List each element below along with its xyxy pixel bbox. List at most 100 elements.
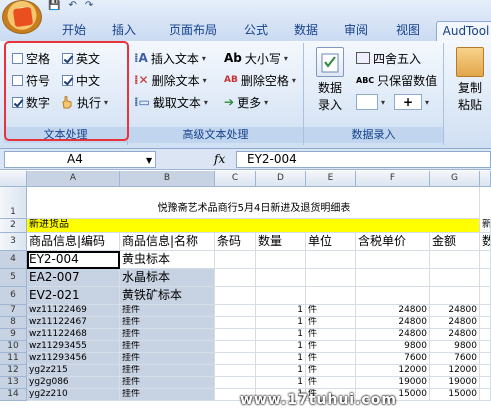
cell-code[interactable]: yg2z215 bbox=[27, 365, 120, 377]
column-header-a[interactable]: A bbox=[27, 171, 120, 187]
cell-name[interactable]: 黄铁矿标本 bbox=[120, 287, 215, 305]
column-header-b[interactable]: B bbox=[120, 171, 215, 187]
tab-home[interactable]: 开始 bbox=[54, 21, 94, 41]
cell-quantity[interactable] bbox=[256, 269, 306, 287]
cell-price[interactable] bbox=[356, 287, 430, 305]
cell-code[interactable]: wz11293456 bbox=[27, 353, 120, 365]
chevron-down-icon[interactable]: ▼ bbox=[146, 156, 152, 165]
cell-barcode[interactable] bbox=[215, 329, 256, 341]
cell-name[interactable]: 挂件 bbox=[120, 389, 215, 401]
cell-amount[interactable]: 12000 bbox=[430, 365, 480, 377]
cell-amount[interactable] bbox=[430, 287, 480, 305]
cell-amount[interactable] bbox=[430, 269, 480, 287]
cell-quantity[interactable]: 1 bbox=[256, 377, 306, 389]
row-header-4[interactable]: 4 bbox=[0, 251, 27, 269]
cell-extra[interactable] bbox=[480, 353, 491, 365]
column-header-d[interactable]: D bbox=[256, 171, 306, 187]
header-amount[interactable]: 金额 bbox=[430, 233, 480, 251]
cell-quantity[interactable] bbox=[256, 251, 306, 269]
cell-extra[interactable] bbox=[480, 389, 491, 401]
cell-unit[interactable]: 件 bbox=[306, 341, 356, 353]
row-header-3[interactable]: 3 bbox=[0, 233, 27, 251]
cell-code[interactable]: EV2-021 bbox=[27, 287, 120, 305]
cell-barcode[interactable] bbox=[215, 317, 256, 329]
tab-view[interactable]: 视图 bbox=[388, 21, 428, 41]
cell-code[interactable]: yg2g086 bbox=[27, 377, 120, 389]
cell-extra[interactable] bbox=[480, 377, 491, 389]
spreadsheet-grid[interactable]: A B C D E F G 1 2 3 4 5 6 7 8 9 10 11 12… bbox=[0, 171, 491, 414]
header-unit[interactable]: 单位 bbox=[306, 233, 356, 251]
cell-price[interactable]: 24800 bbox=[356, 329, 430, 341]
cell-name[interactable]: 水晶标本 bbox=[120, 269, 215, 287]
cell-extra[interactable] bbox=[480, 269, 491, 287]
cell-extra[interactable] bbox=[480, 317, 491, 329]
cell-code[interactable]: wz11122469 bbox=[27, 305, 120, 317]
cell-price[interactable]: 9800 bbox=[356, 341, 430, 353]
cell-unit[interactable]: 件 bbox=[306, 305, 356, 317]
delete-text-button[interactable]: ⁞✕ 删除文本 ▾ bbox=[134, 70, 207, 90]
cell-unit[interactable]: 件 bbox=[306, 365, 356, 377]
cell-unit[interactable] bbox=[306, 269, 356, 287]
cell-unit[interactable]: 件 bbox=[306, 353, 356, 365]
row-header-13[interactable]: 13 bbox=[0, 377, 27, 389]
data-entry-button[interactable]: 数据 录入 bbox=[310, 47, 350, 113]
cell-name[interactable]: 挂件 bbox=[120, 317, 215, 329]
header-barcode[interactable]: 条码 bbox=[215, 233, 256, 251]
cell-barcode[interactable] bbox=[215, 305, 256, 317]
cell-name[interactable]: 黄虫标本 bbox=[120, 251, 215, 269]
tab-review[interactable]: 审阅 bbox=[336, 21, 376, 41]
cell-quantity[interactable]: 1 bbox=[256, 317, 306, 329]
overflow-cell[interactable]: 新 bbox=[480, 219, 491, 233]
cell-quantity[interactable]: 1 bbox=[256, 341, 306, 353]
cell-unit[interactable] bbox=[306, 287, 356, 305]
column-header-g[interactable]: G bbox=[430, 171, 480, 187]
cell-amount[interactable]: 24800 bbox=[430, 317, 480, 329]
format-dropdown[interactable]: ▾ bbox=[356, 92, 385, 112]
cell-name[interactable]: 挂件 bbox=[120, 305, 215, 317]
keep-value-button[interactable]: ABC 只保留数值 bbox=[356, 70, 437, 90]
cell-quantity[interactable]: 1 bbox=[256, 365, 306, 377]
extract-text-button[interactable]: ⁞▭ 截取文本 ▾ bbox=[134, 92, 208, 112]
tab-insert[interactable]: 插入 bbox=[104, 21, 144, 41]
row-header-5[interactable]: 5 bbox=[0, 269, 27, 287]
cell-unit[interactable] bbox=[306, 251, 356, 269]
cell-code[interactable]: wz11122468 bbox=[27, 329, 120, 341]
cell-amount[interactable]: 15000 bbox=[430, 389, 480, 401]
row-header-6[interactable]: 6 bbox=[0, 287, 27, 305]
cell-name[interactable]: 挂件 bbox=[120, 353, 215, 365]
select-all-corner[interactable] bbox=[0, 171, 27, 187]
cell-extra[interactable] bbox=[480, 287, 491, 305]
save-icon[interactable]: 💾 bbox=[48, 0, 60, 14]
sheet-title[interactable]: 悦豫斋艺术品商行5月4日新进及退货明细表 bbox=[27, 187, 480, 219]
add-dropdown[interactable]: + ▾ bbox=[394, 92, 429, 112]
cell-barcode[interactable] bbox=[215, 341, 256, 353]
cell-amount[interactable]: 24800 bbox=[430, 305, 480, 317]
cell-name[interactable]: 挂件 bbox=[120, 341, 215, 353]
cell-amount[interactable]: 24800 bbox=[430, 329, 480, 341]
undo-icon[interactable]: ↶ bbox=[68, 0, 76, 14]
cell-unit[interactable]: 件 bbox=[306, 317, 356, 329]
cell-extra[interactable] bbox=[480, 251, 491, 269]
header-name[interactable]: 商品信息|名称 bbox=[120, 233, 215, 251]
function-icon[interactable]: fx bbox=[214, 152, 225, 166]
cell-amount[interactable]: 9800 bbox=[430, 341, 480, 353]
row-header-11[interactable]: 11 bbox=[0, 353, 27, 365]
cell-quantity[interactable]: 1 bbox=[256, 305, 306, 317]
redo-icon[interactable]: ↷ bbox=[85, 0, 93, 14]
insert-text-button[interactable]: ⁞A 插入文本 ▾ bbox=[134, 48, 206, 68]
copy-paste-button[interactable]: 复制 粘贴 bbox=[452, 47, 488, 113]
header-code[interactable]: 商品信息|编码 bbox=[27, 233, 120, 251]
cell-price[interactable] bbox=[356, 269, 430, 287]
name-box[interactable]: A4 bbox=[4, 151, 156, 168]
row-header-9[interactable]: 9 bbox=[0, 329, 27, 341]
cell-price[interactable]: 24800 bbox=[356, 305, 430, 317]
cell-code[interactable]: EA2-007 bbox=[27, 269, 120, 287]
tab-data[interactable]: 数据 bbox=[286, 21, 326, 41]
round-button[interactable]: 四舍五入 bbox=[356, 48, 421, 68]
cell-unit[interactable]: 件 bbox=[306, 377, 356, 389]
row-header-7[interactable]: 7 bbox=[0, 305, 27, 317]
case-button[interactable]: Ab 大小写 ▾ bbox=[224, 48, 288, 68]
cell-code[interactable]: wz11122467 bbox=[27, 317, 120, 329]
office-button[interactable] bbox=[2, 0, 42, 34]
header-price[interactable]: 含税单价 bbox=[356, 233, 430, 251]
